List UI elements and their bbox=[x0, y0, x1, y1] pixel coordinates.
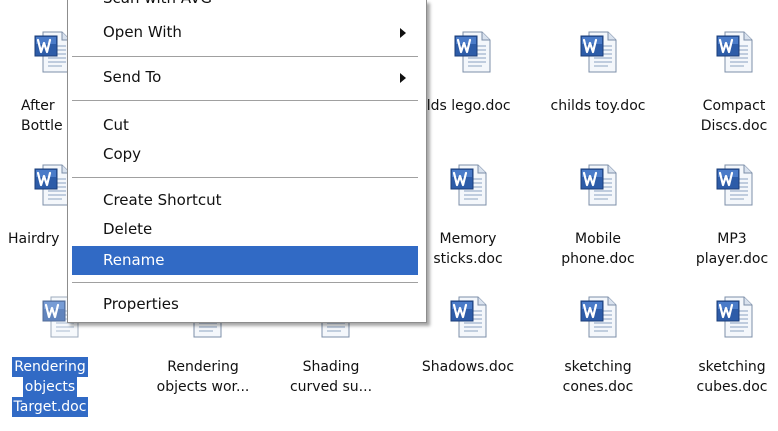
word-document-icon bbox=[580, 30, 618, 74]
file-label-line: curved su... bbox=[289, 379, 373, 395]
menu-item-label: Send To bbox=[103, 68, 162, 86]
file-label-line: hilds lego.doc bbox=[414, 98, 511, 114]
menu-item-label: Create Shortcut bbox=[103, 191, 222, 209]
file-label-line: Shading bbox=[302, 359, 360, 375]
file-label-line: cones.doc bbox=[562, 379, 634, 395]
file-label-line: player.doc bbox=[695, 251, 769, 267]
word-document-icon bbox=[716, 295, 754, 339]
menu-item-properties[interactable]: Properties bbox=[72, 290, 418, 319]
menu-item-label: Delete bbox=[103, 220, 153, 238]
menu-item-label: Open With bbox=[103, 23, 182, 41]
word-document-icon bbox=[454, 30, 492, 74]
file-label-line: Target.doc bbox=[11, 397, 89, 417]
menu-item-label: Rename bbox=[103, 251, 165, 269]
menu-separator bbox=[72, 282, 418, 284]
menu-separator bbox=[72, 100, 418, 102]
menu-item-delete[interactable]: Delete bbox=[72, 215, 418, 244]
context-menu: Scan with AVG Open With Send To Cut Copy… bbox=[67, 0, 427, 323]
file-label-line: MP3 bbox=[717, 231, 747, 247]
word-document-icon bbox=[716, 163, 754, 207]
menu-item-send-to[interactable]: Send To bbox=[72, 63, 418, 92]
word-document-icon bbox=[716, 30, 754, 74]
file-label-line: childs toy.doc bbox=[550, 98, 646, 114]
menu-separator bbox=[72, 177, 418, 179]
file-label-line: objects wor... bbox=[156, 379, 250, 395]
menu-separator bbox=[72, 56, 418, 58]
word-document-icon bbox=[580, 163, 618, 207]
file-label-line: Rendering bbox=[167, 359, 239, 375]
file-label-line: Rendering bbox=[12, 357, 88, 377]
menu-item-cut[interactable]: Cut bbox=[72, 111, 418, 140]
file-label-line: Discs.doc bbox=[700, 118, 768, 134]
menu-item-rename[interactable]: Rename bbox=[72, 246, 418, 275]
file-label-line: Mobile bbox=[575, 231, 621, 247]
menu-item-label: Cut bbox=[103, 116, 129, 134]
menu-item-open-with[interactable]: Open With bbox=[72, 18, 418, 47]
word-document-icon bbox=[450, 295, 488, 339]
file-label-line: Hairdry bbox=[8, 231, 60, 247]
menu-item-label: Copy bbox=[103, 145, 142, 163]
file-label-line: Compact bbox=[702, 98, 766, 114]
desktop-folder-view: After Bottle hilds lego.doc childs toy.d… bbox=[0, 0, 778, 431]
menu-item-create-shortcut[interactable]: Create Shortcut bbox=[72, 186, 418, 215]
file-label-line: phone.doc bbox=[561, 251, 635, 267]
menu-item-copy[interactable]: Copy bbox=[72, 140, 418, 169]
file-label-line: sketching bbox=[564, 359, 632, 375]
file-label-line: sketching bbox=[698, 359, 766, 375]
file-label-line: objects bbox=[22, 377, 78, 397]
submenu-arrow-icon bbox=[400, 73, 406, 83]
submenu-arrow-icon bbox=[400, 28, 406, 38]
menu-item-label: Properties bbox=[103, 295, 179, 313]
word-document-icon bbox=[450, 163, 488, 207]
file-label-line: Shadows.doc bbox=[421, 359, 515, 375]
file-label-line: cubes.doc bbox=[696, 379, 768, 395]
word-document-icon bbox=[580, 295, 618, 339]
menu-item-scan-avg[interactable]: Scan with AVG bbox=[103, 0, 212, 9]
